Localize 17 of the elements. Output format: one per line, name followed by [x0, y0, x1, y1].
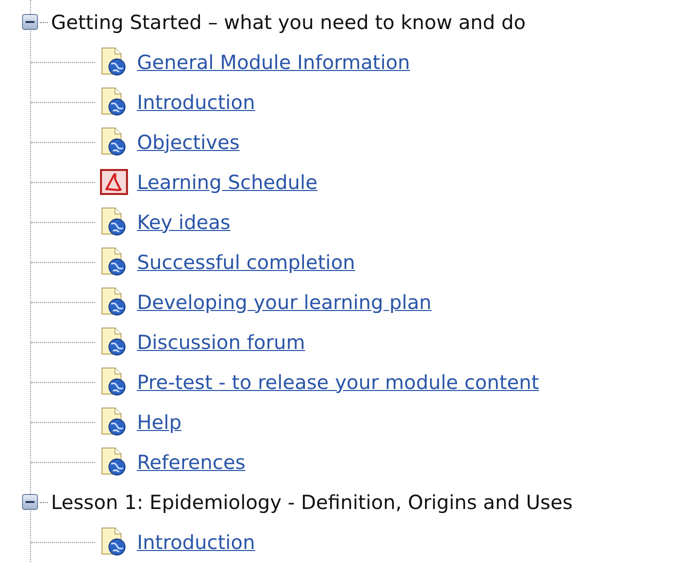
collapse-toggle-icon[interactable]: [22, 14, 38, 30]
tree-link[interactable]: Introduction: [137, 90, 256, 114]
tree-link[interactable]: Objectives: [137, 130, 240, 154]
tree-link[interactable]: Help: [137, 410, 182, 434]
pdf-file-icon: [98, 167, 130, 197]
tree-link[interactable]: Introduction: [137, 530, 256, 554]
tree-link[interactable]: Learning Schedule: [137, 170, 318, 194]
tree-link[interactable]: Discussion forum: [137, 330, 306, 354]
tree-link[interactable]: Successful completion: [137, 250, 356, 274]
tree-link[interactable]: Key ideas: [137, 210, 230, 234]
tree-link[interactable]: Pre-test - to release your module content: [137, 370, 539, 394]
tree-group-label[interactable]: Lesson 1: Epidemiology - Definition, Origins and Uses: [51, 490, 573, 514]
tree-link[interactable]: General Module Information: [137, 50, 410, 74]
tree-link[interactable]: References: [137, 450, 246, 474]
collapse-toggle-icon[interactable]: [22, 494, 38, 510]
tree-link[interactable]: Developing your learning plan: [137, 290, 432, 314]
tree-group-label[interactable]: Getting Started – what you need to know and do: [51, 10, 526, 34]
